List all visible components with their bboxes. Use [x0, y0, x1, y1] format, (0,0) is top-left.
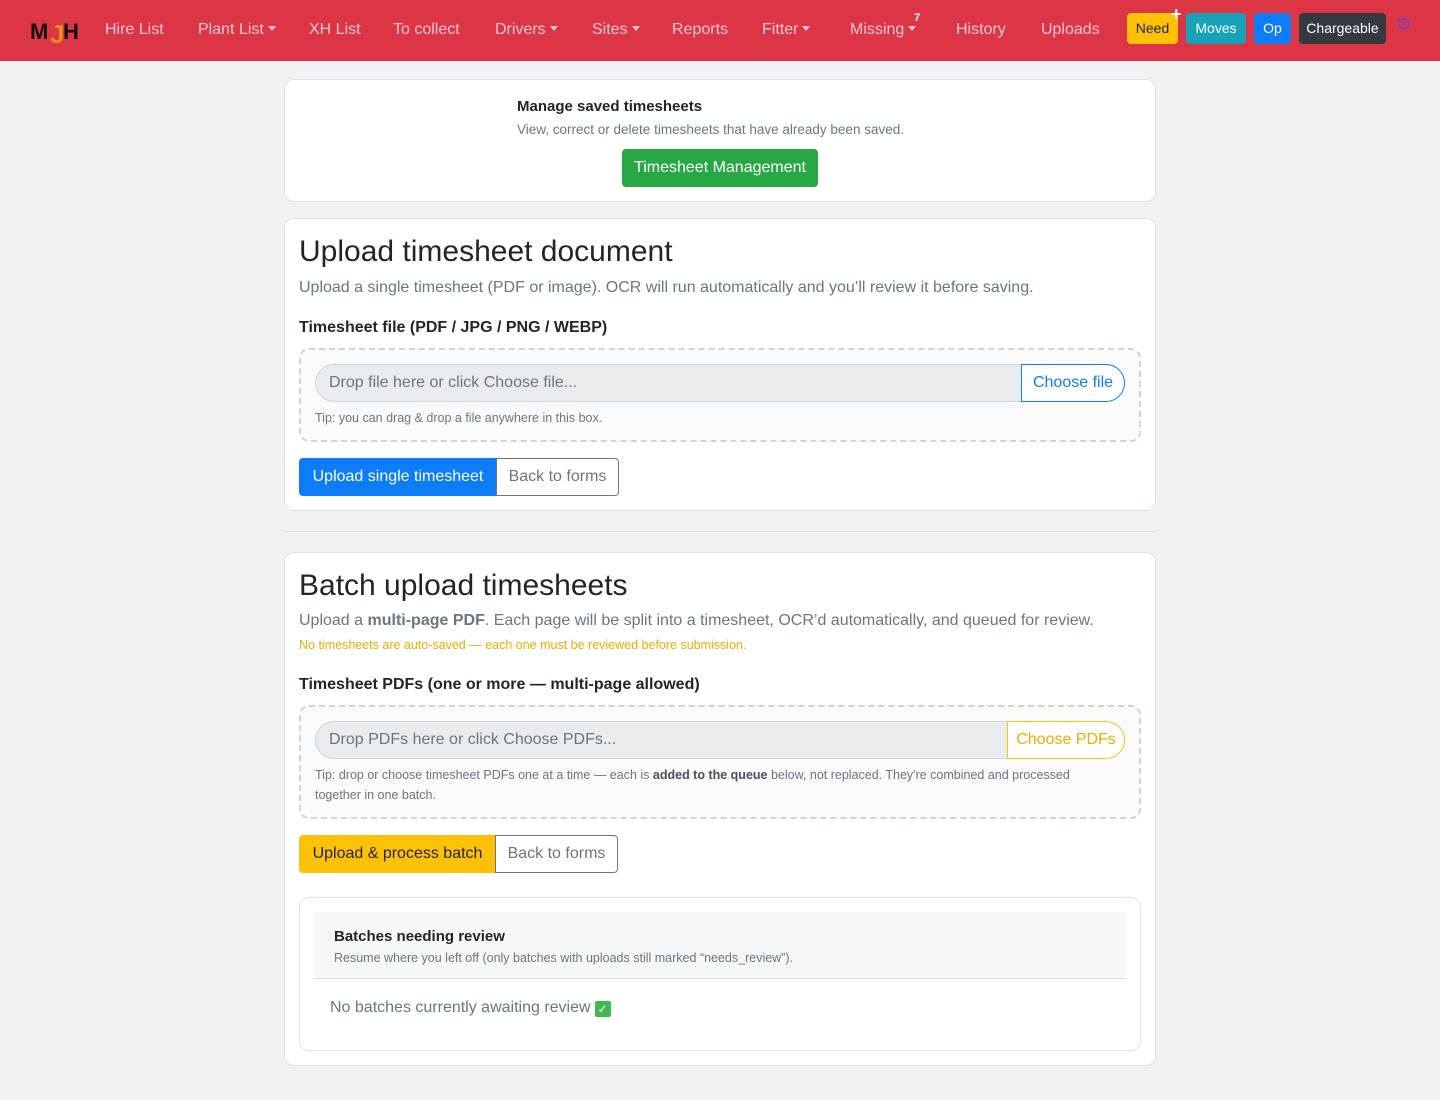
op-button[interactable]: Op — [1254, 13, 1291, 44]
batch-tip-b: below, not replaced. They're combined an… — [767, 768, 1070, 782]
review-empty-text: No batches currently awaiting review — [330, 999, 591, 1016]
back-to-forms-button[interactable]: Back to forms — [496, 458, 619, 496]
check-mark-icon: ✓ — [594, 1001, 611, 1017]
timesheet-management-button[interactable]: Timesheet Management — [622, 149, 818, 187]
chevron-down-icon — [549, 26, 558, 31]
batch-tip-a: Tip: drop or choose timesheet PDFs one a… — [315, 768, 653, 782]
choose-pdfs-button[interactable]: Choose PDFs — [1007, 721, 1125, 759]
nav-drivers[interactable]: Drivers — [495, 20, 558, 40]
missing-count-badge: 7 — [914, 12, 921, 24]
upload-single-button[interactable]: Upload single timesheet — [299, 458, 497, 496]
single-dropzone[interactable]: Drop file here or click Choose file... C… — [299, 348, 1141, 442]
upload-batch-button[interactable]: Upload & process batch — [299, 835, 496, 873]
single-upload-title: Upload timesheet document — [299, 235, 673, 268]
nav-plant-list-label: Plant List — [198, 21, 264, 38]
top-navbar: M J H Hire List Plant List XH List To co… — [0, 0, 1440, 61]
batch-lead-a: Upload a — [299, 612, 368, 629]
chevron-down-icon — [631, 26, 640, 31]
nav-drivers-label: Drivers — [495, 21, 546, 38]
moves-button[interactable]: Moves — [1186, 13, 1246, 44]
svg-text:H: H — [63, 19, 79, 44]
nav-fitter[interactable]: Fitter — [762, 20, 811, 40]
batch-tip-c: together in one batch. — [315, 788, 436, 802]
timesheet-pdfs-label: Timesheet PDFs (one or more — multi-page… — [299, 676, 700, 693]
nav-history[interactable]: History — [956, 20, 1006, 40]
chevron-down-icon — [267, 26, 276, 31]
nav-missing[interactable]: Missing — [850, 20, 917, 40]
review-empty-message: No batches currently awaiting review ✓ — [330, 999, 611, 1017]
single-upload-card: Upload timesheet document Upload a singl… — [284, 218, 1156, 511]
single-tip: Tip: you can drag & drop a file anywhere… — [315, 411, 603, 425]
nav-sites-label: Sites — [592, 21, 628, 38]
chargeable-button[interactable]: Chargeable — [1299, 13, 1386, 44]
review-header: Batches needing review Resume where you … — [314, 912, 1126, 979]
svg-text:M: M — [30, 19, 48, 44]
manage-title: Manage saved timesheets — [517, 98, 703, 115]
nav-hire-list[interactable]: Hire List — [105, 20, 164, 40]
nav-xh-list[interactable]: XH List — [309, 20, 361, 40]
nav-sites[interactable]: Sites — [592, 20, 640, 40]
review-card: Batches needing review Resume where you … — [299, 897, 1141, 1051]
chevron-down-icon — [908, 26, 917, 31]
batch-upload-title: Batch upload timesheets — [299, 569, 628, 602]
batch-tip-bold: added to the queue — [652, 768, 768, 782]
batch-warning: No timesheets are auto-saved — each one … — [299, 638, 747, 652]
batch-lead-b: . Each page will be split into a timeshe… — [484, 612, 1094, 629]
nav-reports[interactable]: Reports — [672, 20, 728, 40]
review-subtitle: Resume where you left off (only batches … — [334, 951, 794, 965]
single-upload-lead: Upload a single timesheet (PDF or image)… — [299, 279, 1034, 296]
nav-fitter-label: Fitter — [762, 21, 799, 38]
batch-tip: Tip: drop or choose timesheet PDFs one a… — [315, 765, 1070, 805]
batch-lead-bold: multi-page PDF — [367, 612, 485, 629]
chevron-down-icon — [802, 26, 811, 31]
section-divider — [284, 531, 1156, 532]
choose-file-button[interactable]: Choose file — [1021, 364, 1125, 402]
single-file-input[interactable]: Drop file here or click Choose file... — [315, 364, 1023, 402]
nav-plant-list[interactable]: Plant List — [198, 20, 276, 40]
nav-uploads[interactable]: Uploads — [1041, 20, 1100, 40]
batch-dropzone[interactable]: Drop PDFs here or click Choose PDFs... C… — [299, 705, 1141, 819]
batch-file-input[interactable]: Drop PDFs here or click Choose PDFs... — [315, 721, 1009, 759]
manage-timesheets-card: Manage saved timesheets View, correct or… — [284, 79, 1156, 202]
mjh-logo[interactable]: M J H — [30, 16, 84, 46]
batch-back-to-forms-button[interactable]: Back to forms — [495, 835, 618, 873]
timesheet-file-label: Timesheet file (PDF / JPG / PNG / WEBP) — [299, 319, 608, 336]
nav-missing-label: Missing — [850, 21, 905, 38]
plus-icon[interactable]: + — [1171, 5, 1182, 23]
history-icon[interactable] — [1396, 16, 1412, 32]
review-title: Batches needing review — [334, 928, 505, 945]
batch-upload-lead: Upload a multi-page PDF. Each page will … — [299, 612, 1094, 630]
nav-to-collect[interactable]: To collect — [393, 20, 460, 40]
manage-subtitle: View, correct or delete timesheets that … — [517, 122, 904, 137]
